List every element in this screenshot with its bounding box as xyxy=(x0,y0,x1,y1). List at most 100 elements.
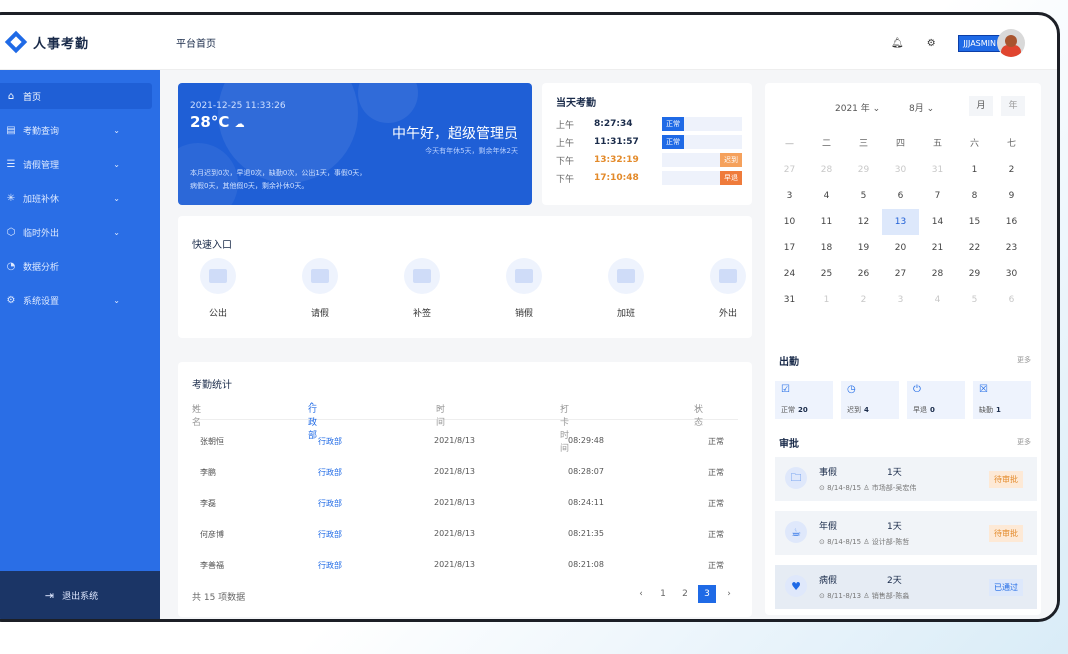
calendar-day[interactable]: 26 xyxy=(845,261,882,287)
calendar-day[interactable]: 15 xyxy=(956,209,993,235)
calendar-day[interactable]: 23 xyxy=(993,235,1030,261)
sidebar-item-attendance-query[interactable]: ▤ 考勤查询 ⌄ xyxy=(0,113,160,147)
approval-item[interactable]: 🗀 事假 1天 ⊙ 8/14-8/15 ♙ 市场部-吴宏伟 待审批 xyxy=(775,457,1037,501)
column-punch[interactable]: 打卡时间 ⌄ xyxy=(560,402,569,454)
calendar-day[interactable]: 9 xyxy=(993,183,1030,209)
approval-item[interactable]: ♥ 病假 2天 ⊙ 8/11-8/13 ♙ 销售部-陈淼 已通过 xyxy=(775,565,1037,609)
attendance-summary-3[interactable]: ☒ 缺勤 1 xyxy=(973,381,1031,419)
view-month-toggle[interactable]: 月 xyxy=(969,96,993,116)
sidebar-item-outing[interactable]: ⬡ 临时外出 ⌄ xyxy=(0,215,160,249)
calendar-day[interactable]: 27 xyxy=(882,261,919,287)
form-icon: ☰ xyxy=(6,158,16,170)
calendar-day[interactable]: 2 xyxy=(845,287,882,313)
quick-entry-1[interactable]: 请假 xyxy=(290,258,350,319)
calendar-day[interactable]: 30 xyxy=(882,157,919,183)
attendance-summary-1[interactable]: ◷ 迟到 4 xyxy=(841,381,899,419)
approval-more-link[interactable]: 更多 xyxy=(1017,437,1031,447)
calendar-day[interactable]: 5 xyxy=(956,287,993,313)
calendar-day[interactable]: 14 xyxy=(919,209,956,235)
table-row[interactable]: 何彦博 行政部 2021/8/13 08:21:35 正常 xyxy=(192,521,738,550)
calendar-day[interactable]: 20 xyxy=(882,235,919,261)
table-row[interactable]: 李磊 行政部 2021/8/13 08:24:11 正常 xyxy=(192,490,738,519)
calendar-day[interactable]: 28 xyxy=(808,157,845,183)
power-icon: ⏻ xyxy=(913,384,921,395)
calendar-day[interactable]: 31 xyxy=(771,287,808,313)
attendance-summary-0[interactable]: ☑ 正常 20 xyxy=(775,381,833,419)
logout-button[interactable]: ⇥ 退出系统 xyxy=(0,571,160,619)
logout-label: 退出系统 xyxy=(62,591,99,602)
calendar-day[interactable]: 24 xyxy=(771,261,808,287)
cell-name: 李善福 xyxy=(200,561,224,570)
calendar-day[interactable]: 18 xyxy=(808,235,845,261)
username-badge[interactable]: JJJASMIN xyxy=(958,34,1001,52)
table-row[interactable]: 李善福 行政部 2021/8/13 08:21:08 正常 xyxy=(192,552,738,581)
calendar-day[interactable]: 3 xyxy=(882,287,919,313)
column-time[interactable]: 时间 ⌄ xyxy=(436,402,445,428)
page-3[interactable]: 3 xyxy=(698,585,716,603)
calendar-day[interactable]: 28 xyxy=(919,261,956,287)
calendar-day[interactable]: 4 xyxy=(919,287,956,313)
column-status[interactable]: 状态 ⌄ xyxy=(694,402,703,428)
settings-gear-icon[interactable]: ⚙ xyxy=(924,36,938,50)
avatar[interactable] xyxy=(997,29,1025,57)
year-select[interactable]: 2021 年 ⌄ xyxy=(835,101,880,114)
calendar-day[interactable]: 27 xyxy=(771,157,808,183)
quick-entry-2[interactable]: 补签 xyxy=(392,258,452,319)
page-2[interactable]: 2 xyxy=(676,585,694,603)
approval-status[interactable]: 待审批 xyxy=(989,471,1023,488)
calendar-day[interactable]: 12 xyxy=(845,209,882,235)
calendar-day[interactable]: 1 xyxy=(956,157,993,183)
sidebar-item-overtime[interactable]: ✳ 加班补休 ⌄ xyxy=(0,181,160,215)
cell-date: 2021/8/13 xyxy=(434,529,476,538)
view-year-toggle[interactable]: 年 xyxy=(1001,96,1025,116)
prev-page-icon[interactable]: ‹ xyxy=(632,585,650,603)
table-row[interactable]: 张朝恒 行政部 2021/8/13 08:29:48 正常 xyxy=(192,428,738,457)
calendar-day[interactable]: 8 xyxy=(956,183,993,209)
chevron-down-icon: ⌄ xyxy=(113,159,120,169)
calendar-day[interactable]: 2 xyxy=(993,157,1030,183)
approval-status[interactable]: 已通过 xyxy=(989,579,1023,596)
approval-person: 设计部-陈哲 xyxy=(871,538,910,546)
calendar-day[interactable]: 6 xyxy=(882,183,919,209)
calendar-day[interactable]: 19 xyxy=(845,235,882,261)
approval-days: 1天 xyxy=(887,522,902,532)
calendar-day[interactable]: 21 xyxy=(919,235,956,261)
month-select[interactable]: 8月 ⌄ xyxy=(909,101,934,114)
calendar-day[interactable]: 11 xyxy=(808,209,845,235)
calendar-day[interactable]: 22 xyxy=(956,235,993,261)
approval-item[interactable]: ☕︎ 年假 1天 ⊙ 8/14-8/15 ♙ 设计部-陈哲 待审批 xyxy=(775,511,1037,555)
sidebar-item-home[interactable]: ⌂ 首页 xyxy=(0,83,152,109)
calendar-day[interactable]: 17 xyxy=(771,235,808,261)
quick-entry-5[interactable]: 外出 xyxy=(698,258,758,319)
approval-status[interactable]: 待审批 xyxy=(989,525,1023,542)
current-datetime: 2021-12-25 11:33:26 xyxy=(190,101,286,111)
calendar-day[interactable]: 1 xyxy=(808,287,845,313)
calendar-day[interactable]: 7 xyxy=(919,183,956,209)
calendar-day[interactable]: 25 xyxy=(808,261,845,287)
calendar-day[interactable]: 5 xyxy=(845,183,882,209)
page-1[interactable]: 1 xyxy=(654,585,672,603)
quick-entry-3[interactable]: 销假 xyxy=(494,258,554,319)
calendar-day[interactable]: 30 xyxy=(993,261,1030,287)
column-name[interactable]: 姓名 ⌄ xyxy=(192,402,201,428)
next-page-icon[interactable]: › xyxy=(720,585,738,603)
calendar-day[interactable]: 31 xyxy=(919,157,956,183)
calendar-day[interactable]: 4 xyxy=(808,183,845,209)
calendar-day[interactable]: 10 xyxy=(771,209,808,235)
calendar-day[interactable]: 29 xyxy=(845,157,882,183)
column-dept[interactable]: 行政部 ⌃ xyxy=(308,402,317,441)
calendar-day[interactable]: 16 xyxy=(993,209,1030,235)
table-row[interactable]: 李鹏 行政部 2021/8/13 08:28:07 正常 xyxy=(192,459,738,488)
calendar-day[interactable]: 6 xyxy=(993,287,1030,313)
bell-icon[interactable]: 🔔︎ xyxy=(890,36,904,50)
sidebar-item-settings[interactable]: ⚙ 系统设置 ⌄ xyxy=(0,283,160,317)
attendance-summary-2[interactable]: ⏻ 早退 0 xyxy=(907,381,965,419)
quick-entry-4[interactable]: 加班 xyxy=(596,258,656,319)
sidebar-item-leave[interactable]: ☰ 请假管理 ⌄ xyxy=(0,147,160,181)
sidebar-item-analytics[interactable]: ◔ 数据分析 xyxy=(0,249,160,283)
calendar-day[interactable]: 29 xyxy=(956,261,993,287)
quick-entry-0[interactable]: 公出 xyxy=(188,258,248,319)
calendar-day[interactable]: 13 xyxy=(882,209,919,235)
attendance-more-link[interactable]: 更多 xyxy=(1017,355,1031,365)
calendar-day[interactable]: 3 xyxy=(771,183,808,209)
